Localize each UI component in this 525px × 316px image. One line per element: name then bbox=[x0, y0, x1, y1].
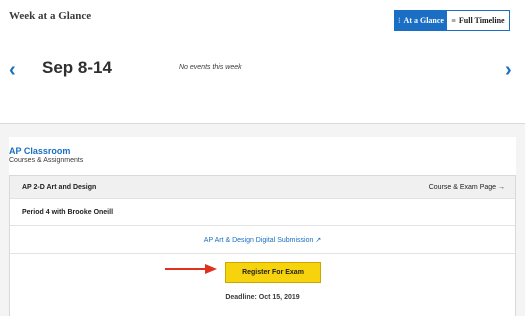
period-row: Period 4 with Brooke Oneill bbox=[10, 199, 515, 226]
course-header-row: AP 2-D Art and Design Course & Exam Page… bbox=[10, 176, 515, 199]
ap-classroom-subtitle: Courses & Assignments bbox=[9, 157, 84, 164]
full-timeline-button[interactable]: ≡ Full Timeline bbox=[447, 11, 509, 30]
digital-submission-row: AP Art & Design Digital Submission ↗ bbox=[10, 226, 515, 254]
ap-classroom-title[interactable]: AP Classroom bbox=[9, 146, 70, 156]
register-for-exam-button[interactable]: Register For Exam bbox=[225, 262, 321, 283]
week-at-a-glance-title: Week at a Glance bbox=[9, 10, 92, 22]
at-a-glance-button[interactable]: ⁝ At a Glance bbox=[395, 11, 447, 30]
next-week-chevron-icon[interactable]: › bbox=[505, 60, 512, 80]
exam-deadline: Deadline: Oct 15, 2019 bbox=[225, 294, 300, 301]
right-arrow-icon bbox=[165, 264, 217, 274]
no-events-text: No events this week bbox=[179, 64, 242, 71]
digital-submission-link[interactable]: AP Art & Design Digital Submission ↗ bbox=[10, 236, 515, 244]
view-toggle: ⁝ At a Glance ≡ Full Timeline bbox=[394, 10, 510, 31]
list-icon: ≡ bbox=[451, 16, 456, 25]
glance-icon: ⁝ bbox=[398, 16, 401, 25]
at-a-glance-label: At a Glance bbox=[403, 16, 444, 25]
previous-week-chevron-icon[interactable]: ‹ bbox=[9, 60, 16, 80]
week-at-a-glance-card: Week at a Glance ⁝ At a Glance ≡ Full Ti… bbox=[0, 0, 525, 124]
ap-classroom-section: AP Classroom Courses & Assignments AP 2-… bbox=[9, 137, 516, 316]
week-date-range: Sep 8-14 bbox=[42, 58, 112, 77]
course-name: AP 2-D Art and Design bbox=[22, 184, 97, 191]
full-timeline-label: Full Timeline bbox=[458, 16, 505, 25]
period-teacher-text: Period 4 with Brooke Oneill bbox=[22, 209, 114, 216]
course-exam-page-link[interactable]: Course & Exam Page → bbox=[429, 184, 505, 191]
